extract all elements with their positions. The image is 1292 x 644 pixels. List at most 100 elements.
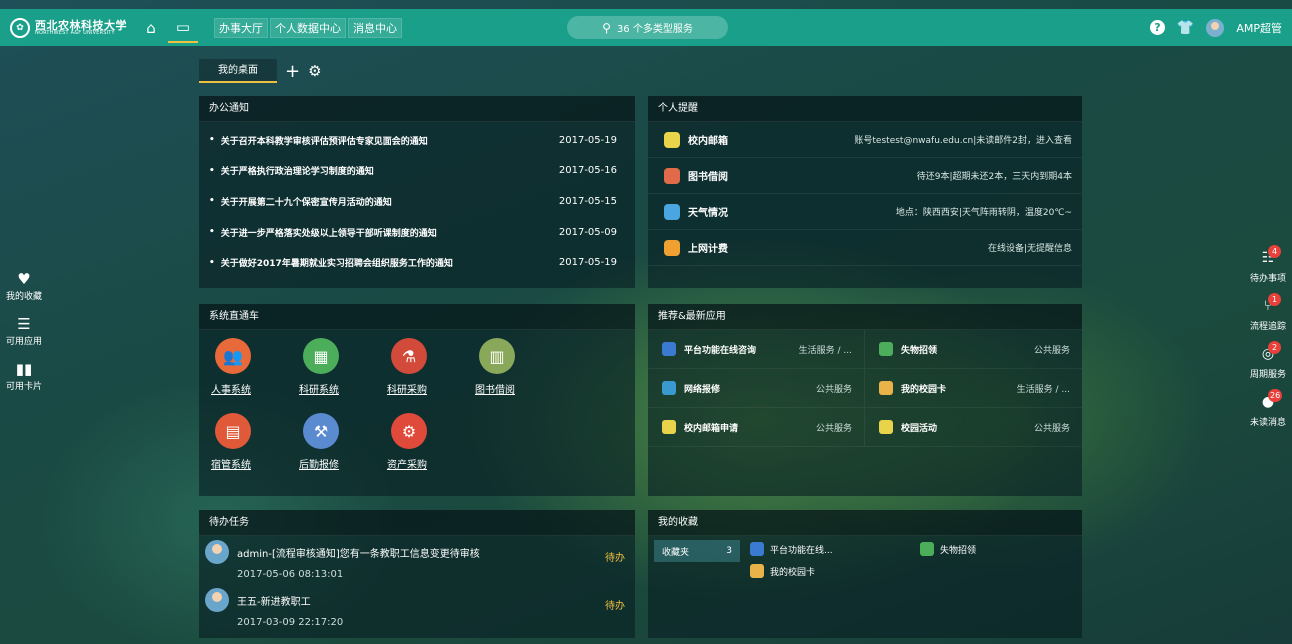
right-bar-label: 未读消息	[1249, 418, 1286, 428]
favorites-folder[interactable]: 收藏夹 3	[654, 540, 740, 562]
columns-icon: ▮▮	[15, 360, 33, 378]
panel-title: 我的收藏	[648, 510, 1082, 536]
notice-row[interactable]: • 关于严格执行政治理论学习制度的通知 2017-05-16	[209, 156, 617, 187]
theme-shirt-icon[interactable]: 👕	[1177, 20, 1194, 36]
avatar	[205, 540, 229, 564]
reminder-value: 在线设备|无提醒信息	[987, 244, 1072, 254]
app-item[interactable]: 平台功能在线咨询 生活服务 / ...	[648, 330, 865, 369]
left-bar-item[interactable]: ▮▮ 可用卡片	[0, 360, 48, 405]
system-shortcut[interactable]: 👥 人事系统	[211, 338, 299, 413]
reminder-row[interactable]: 图书借阅 待还9本|超期未还2本，三天内到期4本	[648, 158, 1082, 194]
personal-reminder-panel: 个人提醒 校内邮箱 账号testest@nwafu.edu.cn|未读邮件2封，进…	[648, 96, 1082, 288]
app-name: 网络报修	[684, 384, 721, 395]
app-category: 公共服务	[815, 384, 852, 395]
left-bar-item[interactable]: ☰ 可用应用	[0, 315, 48, 360]
reminder-row[interactable]: 上网计费 在线设备|无提醒信息	[648, 230, 1082, 266]
notice-row[interactable]: • 关于进一步严格落实处级以上领导干部听课制度的通知 2017-05-09	[209, 217, 617, 248]
notice-date: 2017-05-09	[558, 226, 617, 238]
desktop-icon[interactable]: ▭	[168, 13, 198, 43]
right-bar-item[interactable]: ● 26 未读消息	[1244, 389, 1292, 437]
count-badge: 26	[1268, 389, 1283, 402]
system-shortcut[interactable]: ▦ 科研系统	[299, 338, 387, 413]
panel-title: 推荐&最新应用	[648, 304, 1082, 330]
favorite-item[interactable]: 失物招领	[920, 542, 1060, 556]
nav-message-center[interactable]: 消息中心	[348, 17, 402, 38]
system-label: 科研采购	[387, 385, 427, 396]
reminder-name: 天气情况	[688, 208, 728, 219]
todo-tasks-panel: 待办任务 admin-[流程审核通知]您有一条教职工信息变更待审核 2017-05…	[199, 510, 635, 638]
app-item[interactable]: 失物招领 公共服务	[865, 330, 1082, 369]
my-favorites-panel: 我的收藏 收藏夹 3 平台功能在线... 失物招领 我的校园卡	[648, 510, 1082, 638]
left-side-bar: ♥ 我的收藏 ☰ 可用应用 ▮▮ 可用卡片	[0, 270, 48, 405]
system-shortcut[interactable]: ⚙ 资产采购	[387, 413, 475, 488]
user-avatar[interactable]	[1206, 18, 1225, 37]
favorite-item[interactable]: 平台功能在线...	[750, 542, 920, 556]
nav-service-hall[interactable]: 办事大厅	[214, 17, 268, 38]
system-shortcut[interactable]: ▥ 图书借阅	[475, 338, 563, 413]
gear-icon[interactable]: ⚙	[308, 62, 321, 80]
right-bar-item[interactable]: ◎ 2 周期服务	[1244, 341, 1292, 389]
left-bar-label: 可用应用	[5, 337, 42, 347]
app-category: 生活服务 / ...	[1016, 384, 1070, 395]
app-item[interactable]: 校内邮箱申请 公共服务	[648, 408, 865, 447]
right-bar-label: 周期服务	[1249, 370, 1286, 380]
cloud-icon	[664, 203, 680, 220]
panel-title: 办公通知	[199, 96, 635, 122]
app-name: 平台功能在线咨询	[684, 345, 757, 356]
notice-row[interactable]: • 关于做好2017年暑期就业实习招聘会组织服务工作的通知 2017-05-19	[209, 247, 617, 278]
avatar	[205, 588, 229, 612]
chat-icon	[662, 342, 676, 356]
book-icon	[664, 167, 680, 184]
logo-en-text: NORTHWEST A&F UNIVERSITY	[35, 29, 115, 36]
count-badge: 2	[1268, 341, 1281, 354]
reminder-value: 账号testest@nwafu.edu.cn|未读邮件2封，进入查看	[854, 136, 1072, 146]
home-icon[interactable]: ⌂	[136, 13, 166, 43]
university-logo[interactable]: ✿ 西北农林科技大学 NORTHWEST A&F UNIVERSITY	[10, 17, 128, 38]
right-bar-item[interactable]: ☷ 4 待办事项	[1244, 245, 1292, 293]
panel-title: 系统直通车	[199, 304, 635, 330]
system-label: 图书借阅	[475, 385, 515, 396]
folder-count: 3	[726, 546, 732, 556]
reminder-name: 校内邮箱	[688, 136, 728, 147]
left-bar-item[interactable]: ♥ 我的收藏	[0, 270, 48, 315]
tab-my-desktop[interactable]: 我的桌面	[199, 59, 277, 83]
right-bar-label: 待办事项	[1249, 274, 1286, 284]
logo-cn-text: 西北农林科技大学	[35, 18, 127, 32]
left-bar-label: 我的收藏	[5, 292, 42, 302]
app-category: 公共服务	[1033, 345, 1070, 356]
system-label: 资产采购	[387, 460, 427, 471]
notice-row[interactable]: • 关于召开本科教学审核评估预评估专家见面会的通知 2017-05-19	[209, 125, 617, 156]
notice-date: 2017-05-19	[558, 134, 617, 146]
help-icon[interactable]: ?	[1149, 20, 1165, 35]
right-bar-item[interactable]: ⑂ 1 流程追踪	[1244, 293, 1292, 341]
notice-title: 关于做好2017年暑期就业实习招聘会组织服务工作的通知	[220, 259, 453, 270]
reminder-value: 待还9本|超期未还2本，三天内到期4本	[916, 172, 1072, 182]
mail-icon	[664, 131, 680, 148]
reminder-row[interactable]: 天气情况 地点：陕西西安|天气阵雨转阴，温度20℃~	[648, 194, 1082, 230]
reminder-row[interactable]: 校内邮箱 账号testest@nwafu.edu.cn|未读邮件2封，进入查看	[648, 122, 1082, 158]
nav-personal-data-center[interactable]: 个人数据中心	[270, 17, 346, 38]
notice-date: 2017-05-15	[558, 195, 617, 207]
user-name[interactable]: AMP超管	[1236, 20, 1282, 36]
app-item[interactable]: 我的校园卡 生活服务 / ...	[865, 369, 1082, 408]
favorite-item[interactable]: 我的校园卡	[750, 564, 920, 578]
mail-icon	[662, 420, 676, 434]
system-shortcut[interactable]: ⚒ 后勤报修	[299, 413, 387, 488]
todo-item[interactable]: 王五-新进教职工 2017-03-09 22:17:20 待办	[199, 584, 635, 632]
system-shortcut[interactable]: ⚗ 科研采购	[387, 338, 475, 413]
service-search-box[interactable]: ⚲ 36 个多类型服务	[567, 16, 728, 39]
left-bar-label: 可用卡片	[5, 382, 42, 392]
notice-date: 2017-05-19	[558, 257, 617, 269]
search-text: 36 个多类型服务	[616, 24, 693, 35]
repair-icon: ⚒	[303, 413, 339, 449]
notice-row[interactable]: • 关于开展第二十九个保密宣传月活动的通知 2017-05-15	[209, 186, 617, 217]
add-desk-icon[interactable]: +	[285, 61, 300, 82]
app-item[interactable]: 校园活动 公共服务	[865, 408, 1082, 447]
notice-title: 关于召开本科教学审核评估预评估专家见面会的通知	[220, 136, 428, 147]
todo-item[interactable]: admin-[流程审核通知]您有一条教职工信息变更待审核 2017-05-06 0…	[199, 536, 635, 584]
app-name: 校内邮箱申请	[684, 423, 739, 434]
todo-time: 2017-03-09 22:17:20	[237, 617, 344, 628]
system-shortcut[interactable]: ▤ 宿管系统	[211, 413, 299, 488]
card-icon	[750, 564, 764, 578]
app-item[interactable]: 网络报修 公共服务	[648, 369, 865, 408]
